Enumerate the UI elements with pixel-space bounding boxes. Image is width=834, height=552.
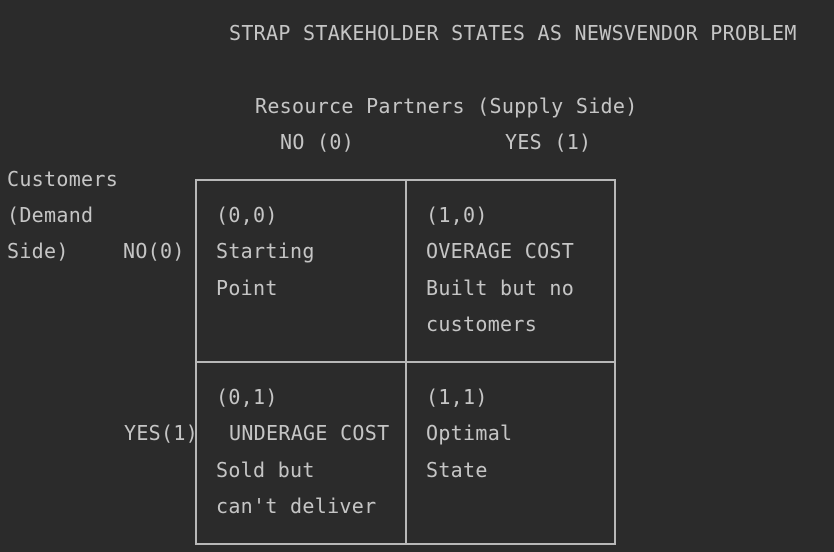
cell-0-1-line1: UNDERAGE COST xyxy=(229,421,390,445)
cell-0-0-coord: (0,0) xyxy=(216,203,278,227)
grid-right-border xyxy=(614,179,616,545)
supply-col-no-label: NO (0) xyxy=(280,130,355,154)
cell-1-1-line2: State xyxy=(426,458,488,482)
cell-0-1-line2: Sold but xyxy=(216,458,315,482)
cell-1-1-line1: Optimal xyxy=(426,421,513,445)
cell-0-1-line3: can't deliver xyxy=(216,494,377,518)
cell-1-0-coord: (1,0) xyxy=(426,203,488,227)
demand-axis-label-line2: (Demand xyxy=(7,203,94,227)
demand-axis-label-line1: Customers xyxy=(7,167,119,191)
cell-0-1-coord: (0,1) xyxy=(216,385,278,409)
cell-1-0-line3: customers xyxy=(426,312,538,336)
cell-1-0-line1: OVERAGE COST xyxy=(426,239,575,263)
grid-center-divider xyxy=(405,179,407,545)
supply-axis-label: Resource Partners (Supply Side) xyxy=(255,94,638,118)
supply-col-yes-label: YES (1) xyxy=(505,130,592,154)
cell-0-0-line2: Point xyxy=(216,276,278,300)
demand-row-no-label: NO(0) xyxy=(123,239,185,263)
cell-0-0-line1: Starting xyxy=(216,239,315,263)
cell-1-0-line2: Built but no xyxy=(426,276,575,300)
demand-row-yes-label: YES(1) xyxy=(124,421,199,445)
demand-axis-label-line3: Side) xyxy=(7,239,69,263)
grid-left-border xyxy=(195,179,197,545)
diagram-title: STRAP STAKEHOLDER STATES AS NEWSVENDOR P… xyxy=(229,21,797,45)
cell-1-1-coord: (1,1) xyxy=(426,385,488,409)
